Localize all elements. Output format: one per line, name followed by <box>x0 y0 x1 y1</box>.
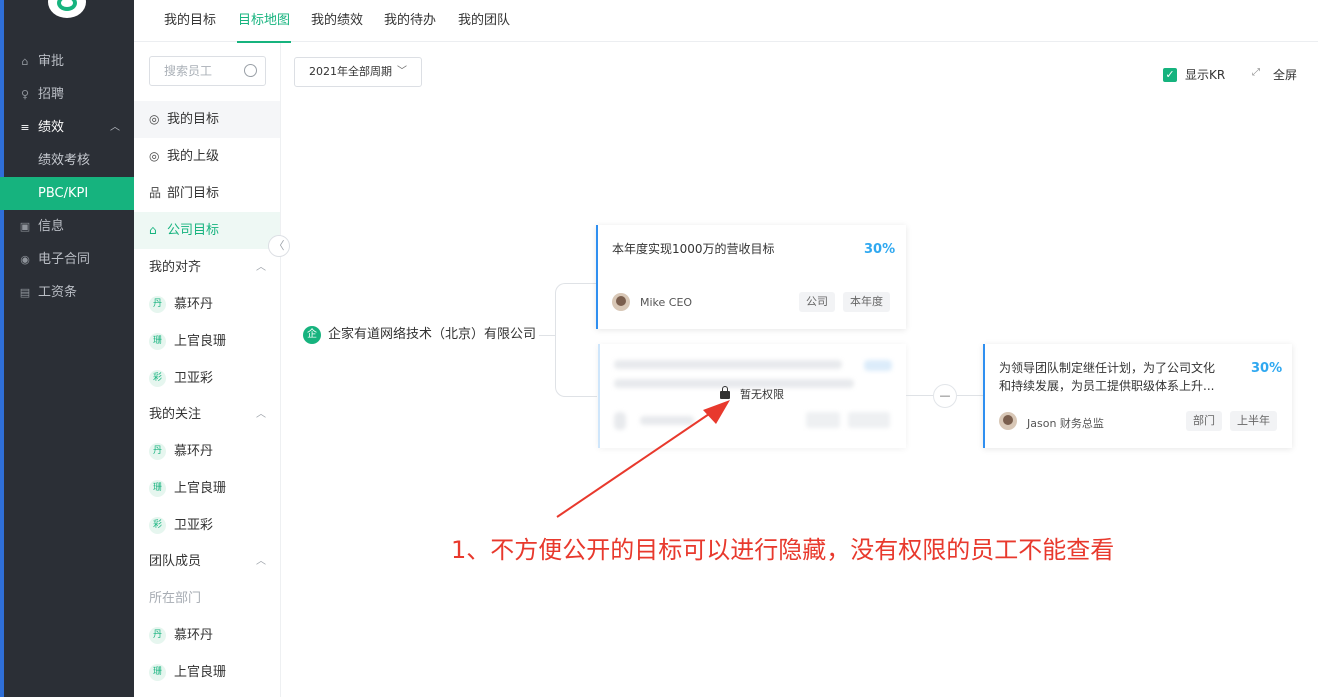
annotation-arrow <box>556 400 730 518</box>
annotation-text: 1、不方便公开的目标可以进行隐藏，没有权限的员工不能查看 <box>451 536 1115 564</box>
